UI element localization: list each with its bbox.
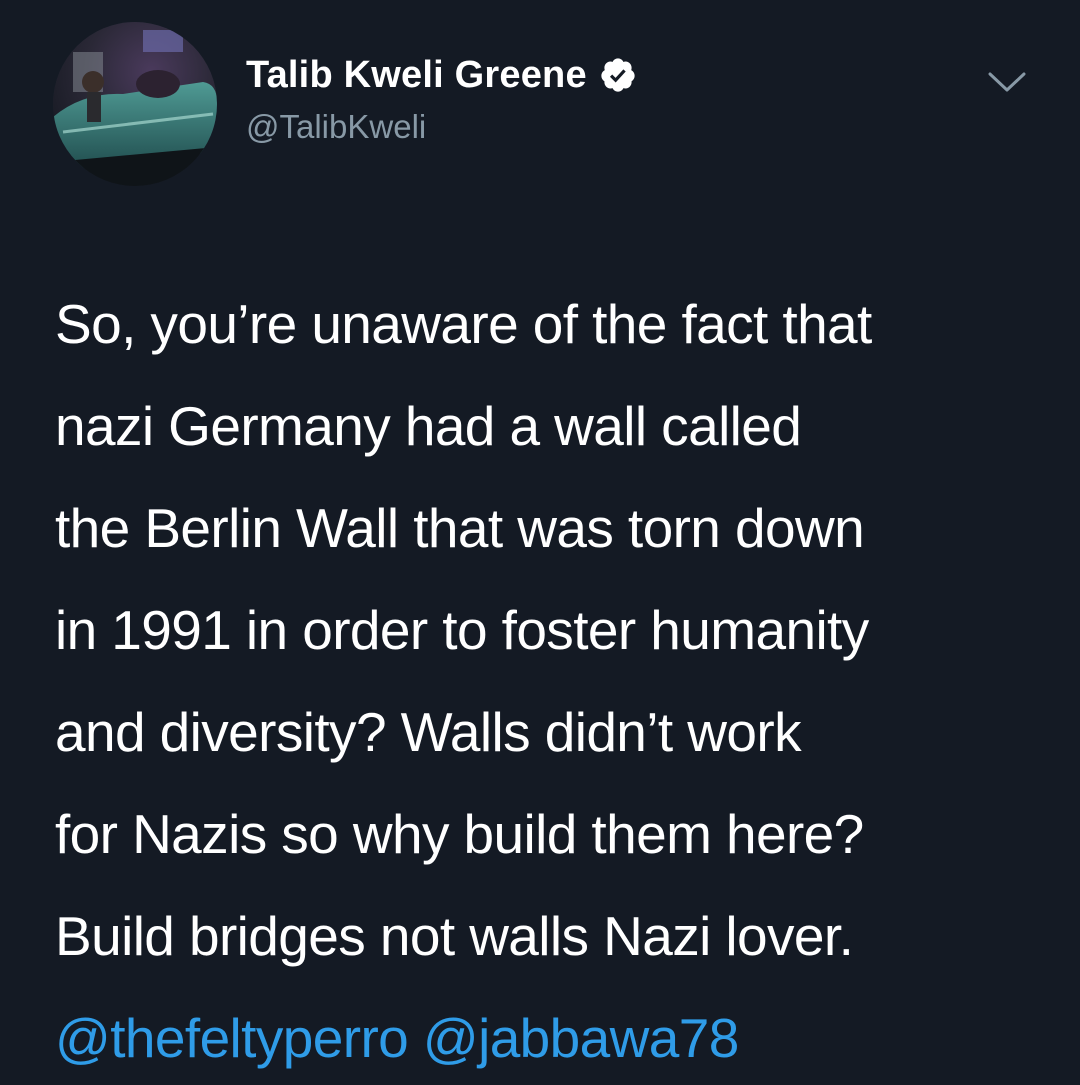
chevron-down-icon[interactable] — [984, 66, 1030, 98]
profile-photo-car — [53, 22, 217, 186]
mention-link[interactable]: @jabbawa78 — [423, 1007, 739, 1069]
author-name-row: Talib Kweli Greene — [246, 53, 637, 97]
tweet-text: So, you’re unaware of the fact that nazi… — [55, 273, 1055, 1085]
tweet-line: So, you’re unaware of the fact that — [55, 293, 872, 355]
tweet-card: Talib Kweli Greene @TalibKweli So, you’r… — [0, 0, 1080, 1085]
mentions-line: @thefeltyperro @jabbawa78 — [55, 987, 1055, 1085]
display-name[interactable]: Talib Kweli Greene — [246, 54, 587, 97]
verified-badge-icon — [599, 56, 637, 94]
tweet-line: Build bridges not walls Nazi lover. — [55, 905, 854, 967]
tweet-line: nazi Germany had a wall called — [55, 395, 802, 457]
mention-link[interactable]: @thefeltyperro — [55, 1007, 409, 1069]
tweet-line: for Nazis so why build them here? — [55, 803, 864, 865]
tweet-line: and diversity? Walls didn’t work — [55, 701, 802, 763]
tweet-line: in 1991 in order to foster humanity — [55, 599, 869, 661]
avatar[interactable] — [53, 22, 217, 186]
author-handle[interactable]: @TalibKweli — [246, 108, 426, 146]
tweet-line: the Berlin Wall that was torn down — [55, 497, 865, 559]
